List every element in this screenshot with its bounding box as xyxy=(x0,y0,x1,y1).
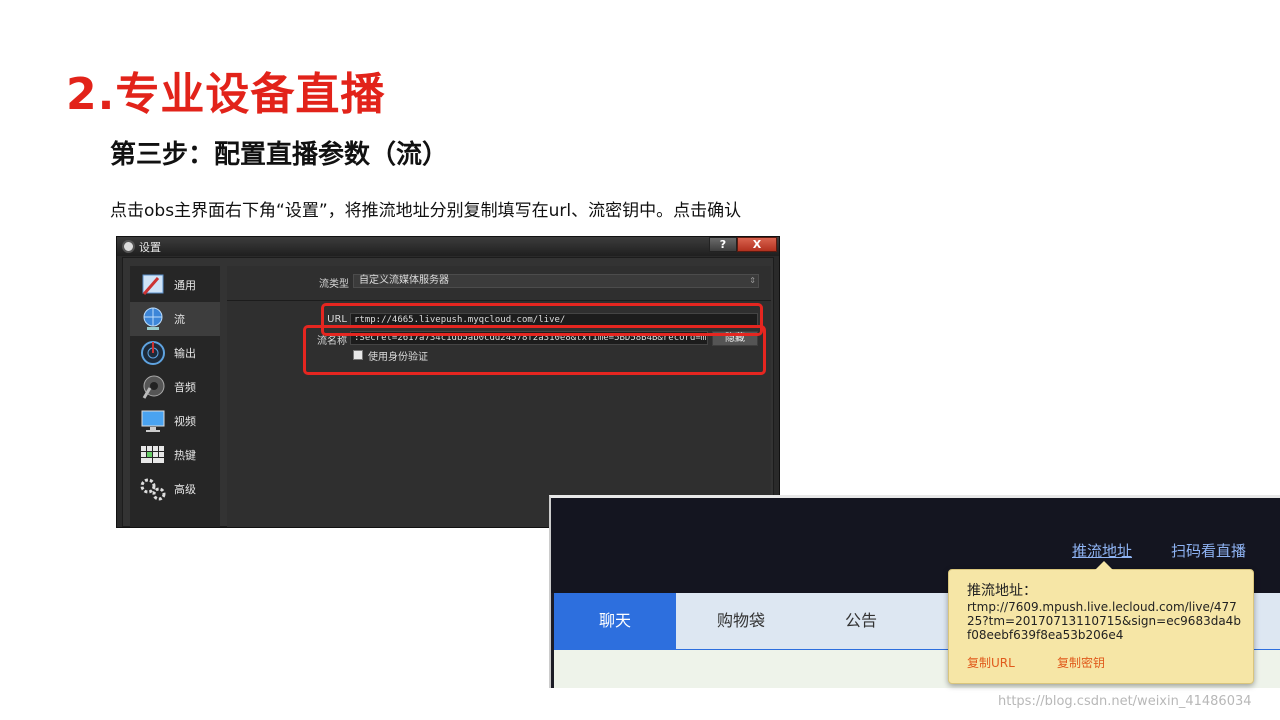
keyboard-icon xyxy=(138,441,168,469)
chevron-updown-icon: ⇕ xyxy=(749,276,756,285)
sidebar-item-label: 流 xyxy=(174,313,185,326)
push-url-link[interactable]: 推流地址 xyxy=(1072,540,1132,561)
sidebar-item-label: 视频 xyxy=(174,415,196,428)
copy-key-button[interactable]: 复制密钥 xyxy=(1057,654,1105,671)
settings-body: 通用 流 输出 音频 视频 热键 高级 流类型 自定义流媒体服务器 ⇕ URL … xyxy=(122,257,774,527)
sidebar-item-label: 热键 xyxy=(174,449,196,462)
stream-type-value: 自定义流媒体服务器 xyxy=(359,275,449,286)
push-url-popup: 推流地址： rtmp://7609.mpush.live.lecloud.com… xyxy=(948,561,1254,684)
stream-type-select[interactable]: 自定义流媒体服务器 ⇕ xyxy=(353,274,759,288)
sidebar-item-label: 高级 xyxy=(174,483,196,496)
general-icon xyxy=(138,271,168,299)
popup-arrow xyxy=(1095,561,1113,570)
watermark-text: https://blog.csdn.net/weixin_41486034 xyxy=(998,694,1252,709)
tab-shopping-bag[interactable]: 购物袋 xyxy=(680,593,802,649)
instruction-text: 点击obs主界面右下角“设置”，将推流地址分别复制填写在url、流密钥中。点击确… xyxy=(110,201,742,221)
close-button[interactable]: X xyxy=(737,237,777,252)
stream-globe-icon xyxy=(138,305,168,333)
step-title: 第三步：配置直播参数（流） xyxy=(110,140,449,170)
tab-announcement[interactable]: 公告 xyxy=(800,593,922,649)
help-button[interactable]: ? xyxy=(709,237,737,252)
obs-logo-icon xyxy=(122,240,135,253)
gears-icon xyxy=(138,475,168,503)
sidebar-item-video[interactable]: 视频 xyxy=(130,404,220,438)
scan-qr-link[interactable]: 扫码看直播 xyxy=(1171,540,1246,561)
key-highlight-box xyxy=(303,325,766,375)
window-title: 设置 xyxy=(139,241,161,254)
popup-title: 推流地址： xyxy=(967,583,1037,599)
copy-url-button[interactable]: 复制URL xyxy=(967,654,1015,671)
obs-settings-window: 设置 ? X 通用 流 输出 音频 视频 热键 高级 流类型 自定义流媒体服务器… xyxy=(116,236,780,528)
window-titlebar[interactable]: 设置 ? X xyxy=(117,237,779,256)
sidebar-item-label: 音频 xyxy=(174,381,196,394)
tab-chat[interactable]: 聊天 xyxy=(554,593,676,649)
output-icon xyxy=(138,339,168,367)
sidebar-item-advanced[interactable]: 高级 xyxy=(130,472,220,506)
slide-title: 2.专业设备直播 xyxy=(66,69,386,120)
sidebar-item-label: 输出 xyxy=(174,347,196,360)
stream-type-label: 流类型 xyxy=(319,279,349,290)
settings-sidebar: 通用 流 输出 音频 视频 热键 高级 xyxy=(130,266,220,527)
sidebar-item-hotkeys[interactable]: 热键 xyxy=(130,438,220,472)
audio-icon xyxy=(138,373,168,401)
sidebar-item-general[interactable]: 通用 xyxy=(130,268,220,302)
sidebar-item-output[interactable]: 输出 xyxy=(130,336,220,370)
sidebar-item-audio[interactable]: 音频 xyxy=(130,370,220,404)
sidebar-item-label: 通用 xyxy=(174,279,196,292)
divider xyxy=(227,300,771,301)
sidebar-item-stream[interactable]: 流 xyxy=(130,302,220,336)
video-monitor-icon xyxy=(138,407,168,435)
popup-push-url: rtmp://7609.mpush.live.lecloud.com/live/… xyxy=(967,600,1241,642)
